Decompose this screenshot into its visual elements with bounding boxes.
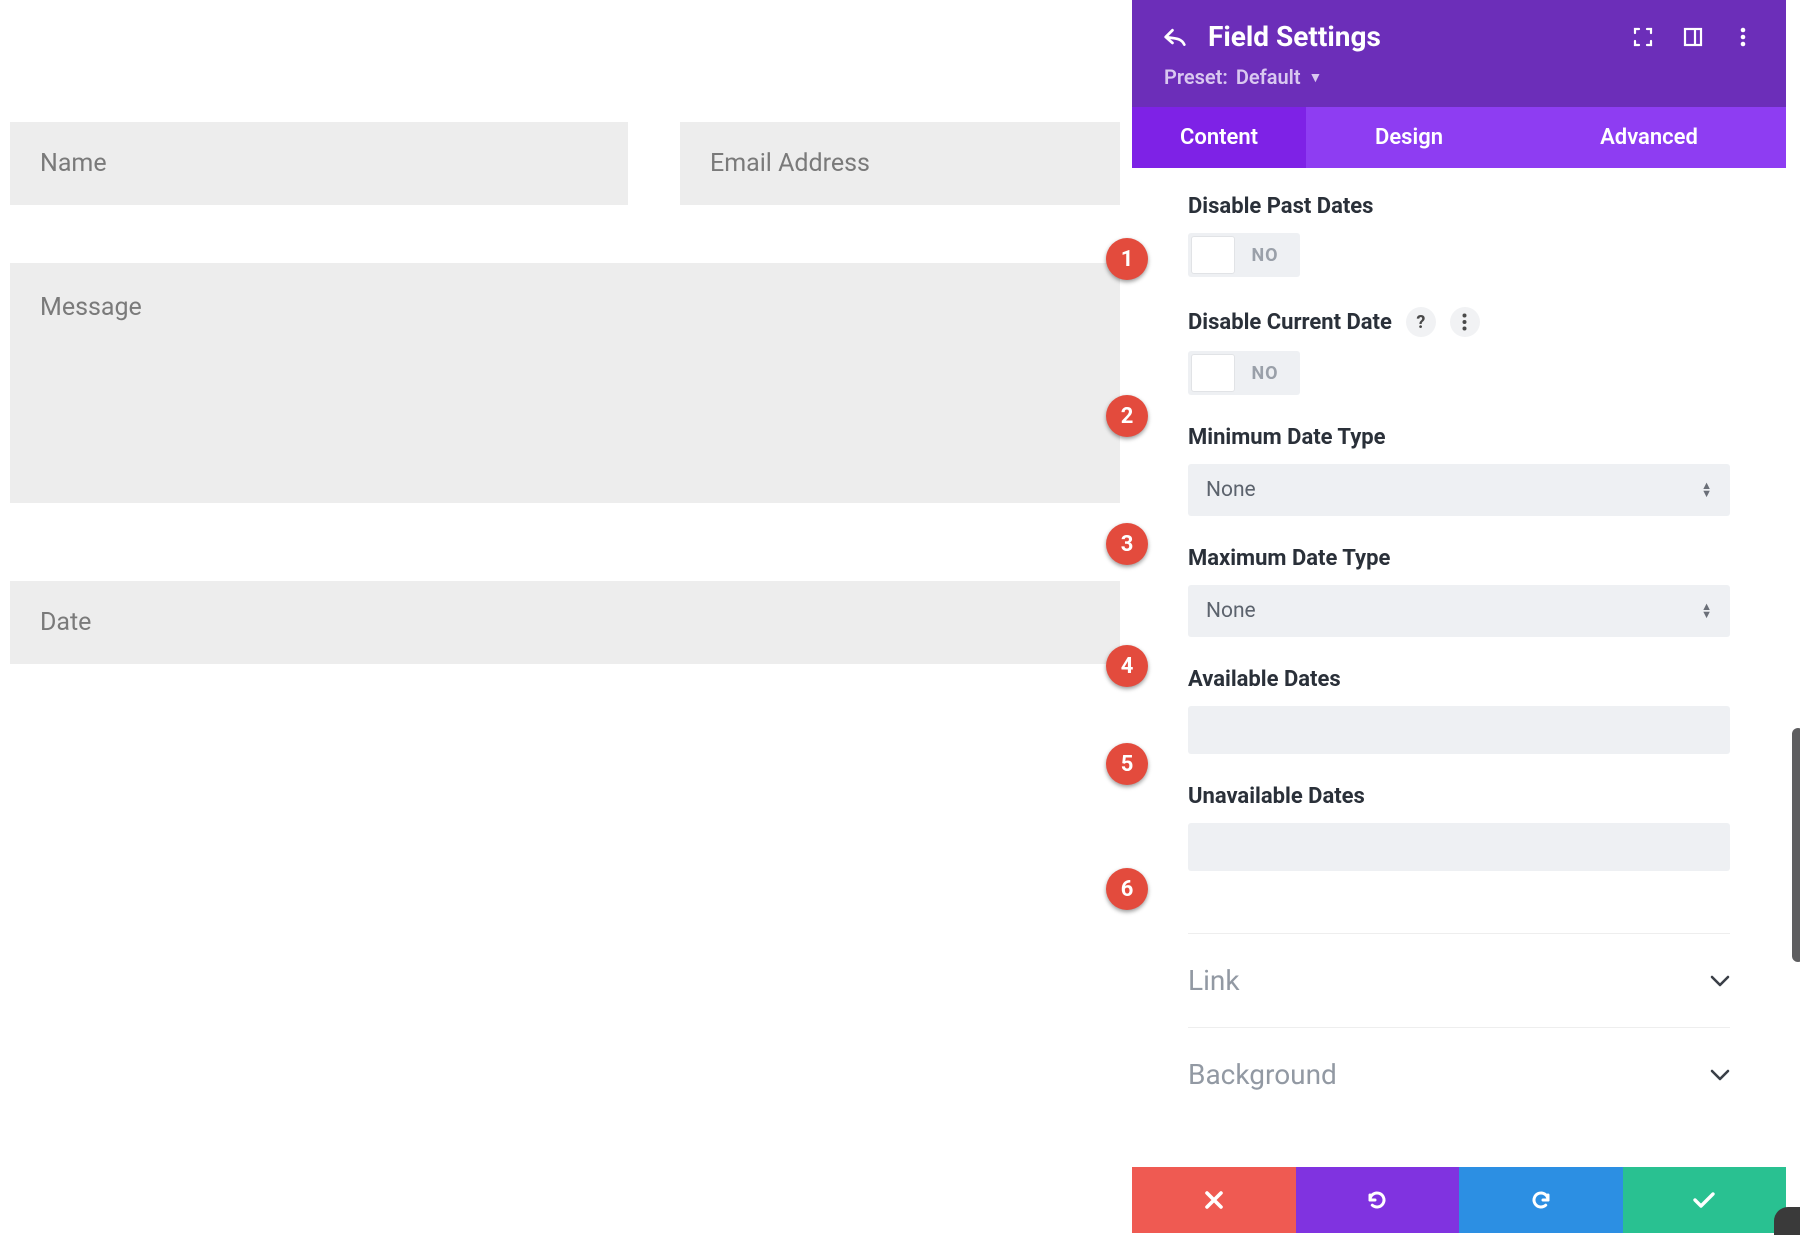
- annotation-2: 2: [1106, 395, 1148, 437]
- chevron-down-icon: [1710, 975, 1730, 987]
- panel-footer: [1132, 1167, 1786, 1233]
- redo-button[interactable]: [1459, 1167, 1623, 1233]
- field-settings-panel: Field Settings Preset: Default ▼ Content…: [1132, 0, 1786, 1233]
- opt-unavailable-dates: Unavailable Dates: [1188, 784, 1730, 871]
- select-value: None: [1206, 478, 1256, 502]
- select-maximum-date-type[interactable]: None ▲▼: [1188, 585, 1730, 637]
- corner-handle: [1774, 1207, 1800, 1235]
- chevron-down-icon: [1710, 1069, 1730, 1081]
- annotation-5: 5: [1106, 743, 1148, 785]
- select-value: None: [1206, 599, 1256, 623]
- select-minimum-date-type[interactable]: None ▲▼: [1188, 464, 1730, 516]
- opt-available-dates: Available Dates: [1188, 667, 1730, 754]
- panel-body: Disable Past Dates NO Disable Current Da…: [1132, 168, 1786, 1167]
- email-field[interactable]: Email Address: [680, 122, 1120, 205]
- back-icon[interactable]: [1164, 26, 1186, 48]
- dock-icon[interactable]: [1682, 26, 1704, 48]
- opt-minimum-date-type: Minimum Date Type None ▲▼: [1188, 425, 1730, 516]
- preset-value: Default: [1236, 65, 1301, 89]
- input-unavailable-dates[interactable]: [1188, 823, 1730, 871]
- message-field[interactable]: Message: [10, 263, 1120, 503]
- kebab-icon[interactable]: [1732, 26, 1754, 48]
- panel-title: Field Settings: [1208, 20, 1381, 53]
- annotation-4: 4: [1106, 645, 1148, 687]
- accordion-label: Link: [1188, 964, 1240, 997]
- toggle-state: NO: [1234, 245, 1296, 266]
- save-button[interactable]: [1623, 1167, 1787, 1233]
- tab-advanced[interactable]: Advanced: [1512, 107, 1786, 168]
- scrollbar-thumb[interactable]: [1792, 728, 1800, 962]
- toggle-disable-past-dates[interactable]: NO: [1188, 233, 1300, 277]
- preset-selector[interactable]: Preset: Default ▼: [1164, 65, 1754, 89]
- undo-button[interactable]: [1296, 1167, 1460, 1233]
- opt-disable-past-dates: Disable Past Dates NO: [1188, 194, 1730, 277]
- label-maximum-date-type: Maximum Date Type: [1188, 546, 1730, 571]
- toggle-state: NO: [1234, 363, 1296, 384]
- date-field[interactable]: Date: [10, 581, 1120, 664]
- select-arrows-icon: ▲▼: [1701, 603, 1712, 619]
- toggle-disable-current-date[interactable]: NO: [1188, 351, 1300, 395]
- tab-content[interactable]: Content: [1132, 107, 1306, 168]
- label-available-dates: Available Dates: [1188, 667, 1730, 692]
- more-icon[interactable]: [1450, 307, 1480, 337]
- preset-prefix: Preset:: [1164, 65, 1228, 89]
- select-arrows-icon: ▲▼: [1701, 482, 1712, 498]
- label-disable-current-date: Disable Current Date: [1188, 310, 1392, 335]
- name-field[interactable]: Name: [10, 122, 628, 205]
- tab-design[interactable]: Design: [1306, 107, 1512, 168]
- form-preview-area: Name Email Address Message Date: [0, 0, 1130, 1233]
- accordion-link[interactable]: Link: [1188, 933, 1730, 1027]
- annotation-3: 3: [1106, 523, 1148, 565]
- annotation-6: 6: [1106, 868, 1148, 910]
- expand-icon[interactable]: [1632, 26, 1654, 48]
- input-available-dates[interactable]: [1188, 706, 1730, 754]
- label-disable-past-dates: Disable Past Dates: [1188, 194, 1730, 219]
- panel-header: Field Settings Preset: Default ▼: [1132, 0, 1786, 107]
- help-icon[interactable]: ?: [1406, 307, 1436, 337]
- toggle-knob: [1192, 237, 1234, 273]
- label-unavailable-dates: Unavailable Dates: [1188, 784, 1730, 809]
- close-button[interactable]: [1132, 1167, 1296, 1233]
- label-minimum-date-type: Minimum Date Type: [1188, 425, 1730, 450]
- opt-disable-current-date: Disable Current Date ? NO: [1188, 307, 1730, 395]
- annotation-1: 1: [1106, 238, 1148, 280]
- caret-down-icon: ▼: [1309, 69, 1323, 86]
- accordion-label: Background: [1188, 1058, 1337, 1091]
- settings-tabs: Content Design Advanced: [1132, 107, 1786, 168]
- toggle-knob: [1192, 355, 1234, 391]
- opt-maximum-date-type: Maximum Date Type None ▲▼: [1188, 546, 1730, 637]
- accordion-background[interactable]: Background: [1188, 1027, 1730, 1121]
